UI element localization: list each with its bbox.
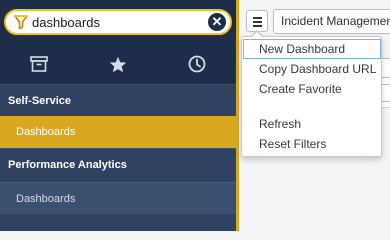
menu-item-copy-dashboard-url[interactable]: Copy Dashboard URL <box>243 59 381 79</box>
navigator-filter[interactable]: ✕ <box>4 9 232 35</box>
dashboard-context-menu: New Dashboard Copy Dashboard URL Create … <box>241 36 382 157</box>
archive-icon <box>30 56 48 72</box>
hamburger-icon-bar <box>253 21 262 23</box>
clock-icon <box>188 55 206 73</box>
menu-item-reset-filters[interactable]: Reset Filters <box>243 134 381 154</box>
navigator-tabs <box>0 46 236 82</box>
menu-item-new-dashboard[interactable]: New Dashboard <box>243 39 381 59</box>
clear-filter-icon[interactable]: ✕ <box>208 13 226 31</box>
hamburger-icon-bar <box>253 25 262 27</box>
dropdown-caret-fill <box>252 32 262 37</box>
menu-item-create-favorite[interactable]: Create Favorite <box>243 79 381 99</box>
tab-history[interactable] <box>158 46 236 82</box>
module-performance-analytics-dashboards[interactable]: Dashboards <box>0 182 236 214</box>
section-self-service[interactable]: Self-Service <box>0 84 236 116</box>
navigator-header: ✕ <box>0 0 236 84</box>
section-performance-analytics[interactable]: Performance Analytics <box>0 148 236 180</box>
tab-all-applications[interactable] <box>0 46 78 82</box>
application-navigator: ✕ Self-Service <box>0 0 236 231</box>
dashboard-title-select[interactable]: Incident Management <box>273 9 390 34</box>
tab-favorites[interactable] <box>79 46 157 82</box>
filter-icon <box>14 15 28 30</box>
menu-item-refresh[interactable]: Refresh <box>243 114 381 134</box>
dashboard-menu-button[interactable] <box>246 10 268 32</box>
navigator-filter-input[interactable] <box>32 12 202 32</box>
star-icon <box>109 56 127 72</box>
hamburger-icon <box>253 17 262 19</box>
module-self-service-dashboards[interactable]: Dashboards <box>0 116 236 148</box>
